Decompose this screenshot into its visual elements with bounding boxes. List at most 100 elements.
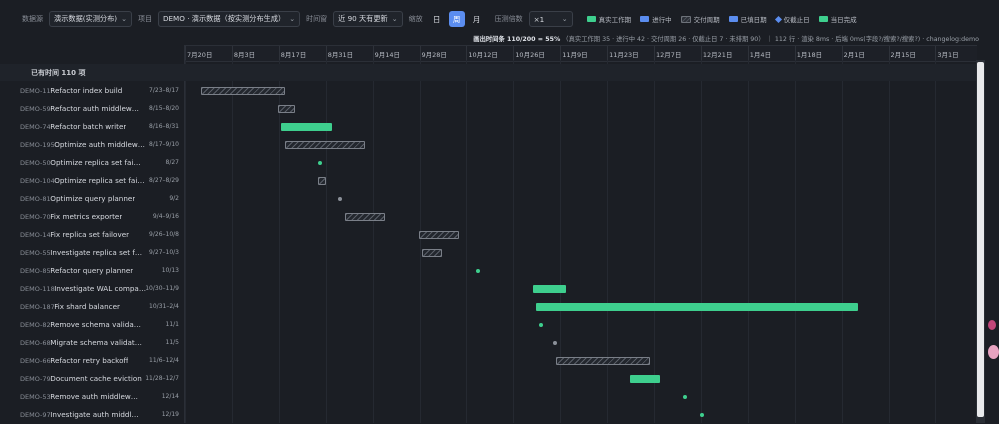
table-row[interactable]: DEMO-55Investigate replica set failover 9…: [0, 244, 976, 262]
table-row[interactable]: DEMO-187 Fix shard balancer 10/31–2/4: [0, 298, 976, 316]
gantt-milestone-dot[interactable]: [700, 413, 705, 417]
task-title[interactable]: Refactor batch writer: [50, 122, 126, 131]
task-date-range: 8/27: [165, 159, 179, 166]
table-row[interactable]: DEMO-97Investigate auth middleware 12/19: [0, 406, 976, 424]
task-date-range: 9/27–10/3: [149, 249, 179, 256]
datasource-select[interactable]: 演示数据(实测分布) ⌄: [49, 11, 132, 27]
task-title[interactable]: Optimize replica set failover: [50, 158, 142, 167]
table-row[interactable]: DEMO-79 Document cache eviction 11/28–12/7: [0, 370, 976, 388]
task-date-range: 8/15–8/20: [149, 105, 179, 112]
gantt-bar[interactable]: [532, 285, 567, 293]
task-title[interactable]: Investigate auth middleware: [50, 410, 142, 419]
date-tick-label: 8月31日: [325, 46, 354, 60]
gantt-milestone-dot[interactable]: [475, 269, 480, 273]
task-date-range: 11/6–12/4: [149, 357, 179, 364]
scrollbar-thumb[interactable]: [977, 62, 984, 417]
task-title[interactable]: Investigate WAL compaction: [54, 284, 146, 293]
table-row[interactable]: DEMO-68 Migrate schema validation 11/5: [0, 334, 976, 352]
task-id: DEMO-55: [20, 249, 51, 257]
gantt-bar[interactable]: [629, 375, 660, 383]
assistant-bubble-icon[interactable]: [988, 345, 999, 359]
task-title[interactable]: Document cache eviction: [50, 374, 141, 383]
table-row[interactable]: DEMO-66 Refactor retry backoff 11/6–12/4: [0, 352, 976, 370]
gantt-bar[interactable]: [556, 357, 650, 365]
table-row[interactable]: DEMO-14 Fix replica set failover 9/26–10/8: [0, 226, 976, 244]
task-title[interactable]: Migrate schema validation: [50, 338, 142, 347]
legend-swatch: [774, 15, 782, 23]
gantt-bar[interactable]: [418, 231, 459, 239]
task-title[interactable]: Investigate replica set failover: [50, 248, 142, 257]
gantt-milestone-dot[interactable]: [683, 395, 688, 399]
table-row[interactable]: DEMO-11 Refactor index build 7/23–8/17: [0, 82, 976, 100]
task-title[interactable]: Refactor auth middleware: [50, 104, 142, 113]
table-row[interactable]: DEMO-74 Refactor batch writer 8/16–8/31: [0, 118, 976, 136]
date-tick-label: 12月7日: [653, 46, 682, 60]
gantt-bar[interactable]: [536, 303, 858, 311]
table-row[interactable]: DEMO-50 Optimize replica set failover 8/27: [0, 154, 976, 172]
timewindow-select[interactable]: 近 90 天有更新 ⌄: [333, 11, 403, 27]
task-date-range: 8/17–9/10: [149, 141, 179, 148]
task-id: DEMO-79: [20, 375, 51, 383]
compress-value: ×1: [533, 14, 545, 24]
table-row[interactable]: DEMO-82 Remove schema validation 11/1: [0, 316, 976, 334]
task-title[interactable]: Refactor query planner: [50, 266, 133, 275]
task-title[interactable]: Fix shard balancer: [54, 302, 120, 311]
scale-day-button[interactable]: 日: [429, 11, 445, 27]
task-title[interactable]: Optimize query planner: [50, 194, 135, 203]
date-tick-label: 1月4日: [747, 46, 772, 60]
task-date-range: 10/30–11/9: [145, 285, 179, 292]
project-select[interactable]: DEMO · 演示数据（按实测分布生成） ⌄: [157, 11, 301, 27]
gantt-bar[interactable]: [281, 123, 332, 131]
table-row[interactable]: DEMO-118Investigate WAL compaction10/30–…: [0, 280, 976, 298]
chevron-down-icon: ⌄: [561, 15, 568, 23]
gantt-milestone-dot[interactable]: [539, 323, 544, 327]
chevron-down-icon: ⌄: [391, 15, 398, 23]
table-row[interactable]: DEMO-104 Optimize replica set failover 8/2…: [0, 172, 976, 190]
legend-item: 仅截止日: [774, 14, 810, 24]
date-tick-label: 11月23日: [607, 46, 639, 60]
gantt-milestone-dot[interactable]: [318, 161, 323, 165]
task-title[interactable]: Optimize replica set failover: [54, 176, 146, 185]
scale-week-button[interactable]: 周: [448, 11, 465, 27]
task-title[interactable]: Fix metrics exporter: [50, 212, 122, 221]
table-row[interactable]: DEMO-53 Remove auth middleware 12/14: [0, 388, 976, 406]
table-row[interactable]: DEMO-70 Fix metrics exporter 9/4–9/16: [0, 208, 976, 226]
gantt-bar[interactable]: [318, 177, 327, 185]
summary-text: 画出时间条 110/200 = 55% （真实工作期 35 · 进行中 42 ·…: [473, 34, 979, 43]
task-id: DEMO-81: [20, 195, 51, 203]
floating-widget-icon[interactable]: [988, 320, 996, 330]
task-title[interactable]: Refactor index build: [50, 86, 122, 95]
group-header[interactable]: 已有时间 110 项: [0, 64, 976, 81]
date-tick-label: 10月26日: [513, 46, 545, 60]
task-title[interactable]: Remove auth middleware: [50, 392, 142, 401]
task-title[interactable]: Remove schema validation: [50, 320, 142, 329]
gantt-bar[interactable]: [278, 105, 295, 113]
task-title[interactable]: Refactor retry backoff: [50, 356, 128, 365]
vertical-scrollbar[interactable]: [976, 60, 985, 423]
compress-select[interactable]: ×1 ⌄: [528, 11, 573, 27]
gantt-bar[interactable]: [284, 141, 366, 149]
task-id: DEMO-97: [20, 411, 51, 419]
table-row[interactable]: DEMO-59 Refactor auth middleware 8/15–8/20: [0, 100, 976, 118]
table-row[interactable]: DEMO-81 Optimize query planner 9/2: [0, 190, 976, 208]
chevron-down-icon: ⌄: [121, 15, 127, 23]
task-id: DEMO-66: [20, 357, 51, 365]
task-title[interactable]: Optimize auth middleware: [54, 140, 146, 149]
task-id: DEMO-53: [20, 393, 51, 401]
task-id: DEMO-68: [20, 339, 51, 347]
scale-segmented: 日 周 月: [429, 11, 485, 27]
date-axis: 7月20日 8月3日 8月17日 8月31日 9月14日 9月28日 10月12日 10月26…: [184, 45, 977, 62]
gantt-bar[interactable]: [345, 213, 386, 221]
table-row[interactable]: DEMO-195 Optimize auth middleware 8/17–9/1…: [0, 136, 976, 154]
gantt-milestone-dot[interactable]: [552, 341, 557, 345]
gantt-bar[interactable]: [422, 249, 443, 257]
table-row[interactable]: DEMO-85 Refactor query planner 10/13: [0, 262, 976, 280]
legend-swatch: [640, 16, 650, 22]
task-title[interactable]: Fix replica set failover: [50, 230, 129, 239]
scale-month-button[interactable]: 月: [469, 11, 485, 27]
task-id: DEMO-59: [20, 105, 51, 113]
date-tick-label: 3月1日: [935, 46, 959, 60]
gantt-milestone-dot[interactable]: [338, 197, 343, 201]
group-header-label: 已有时间 110 项: [31, 69, 86, 77]
gantt-bar[interactable]: [201, 87, 285, 95]
